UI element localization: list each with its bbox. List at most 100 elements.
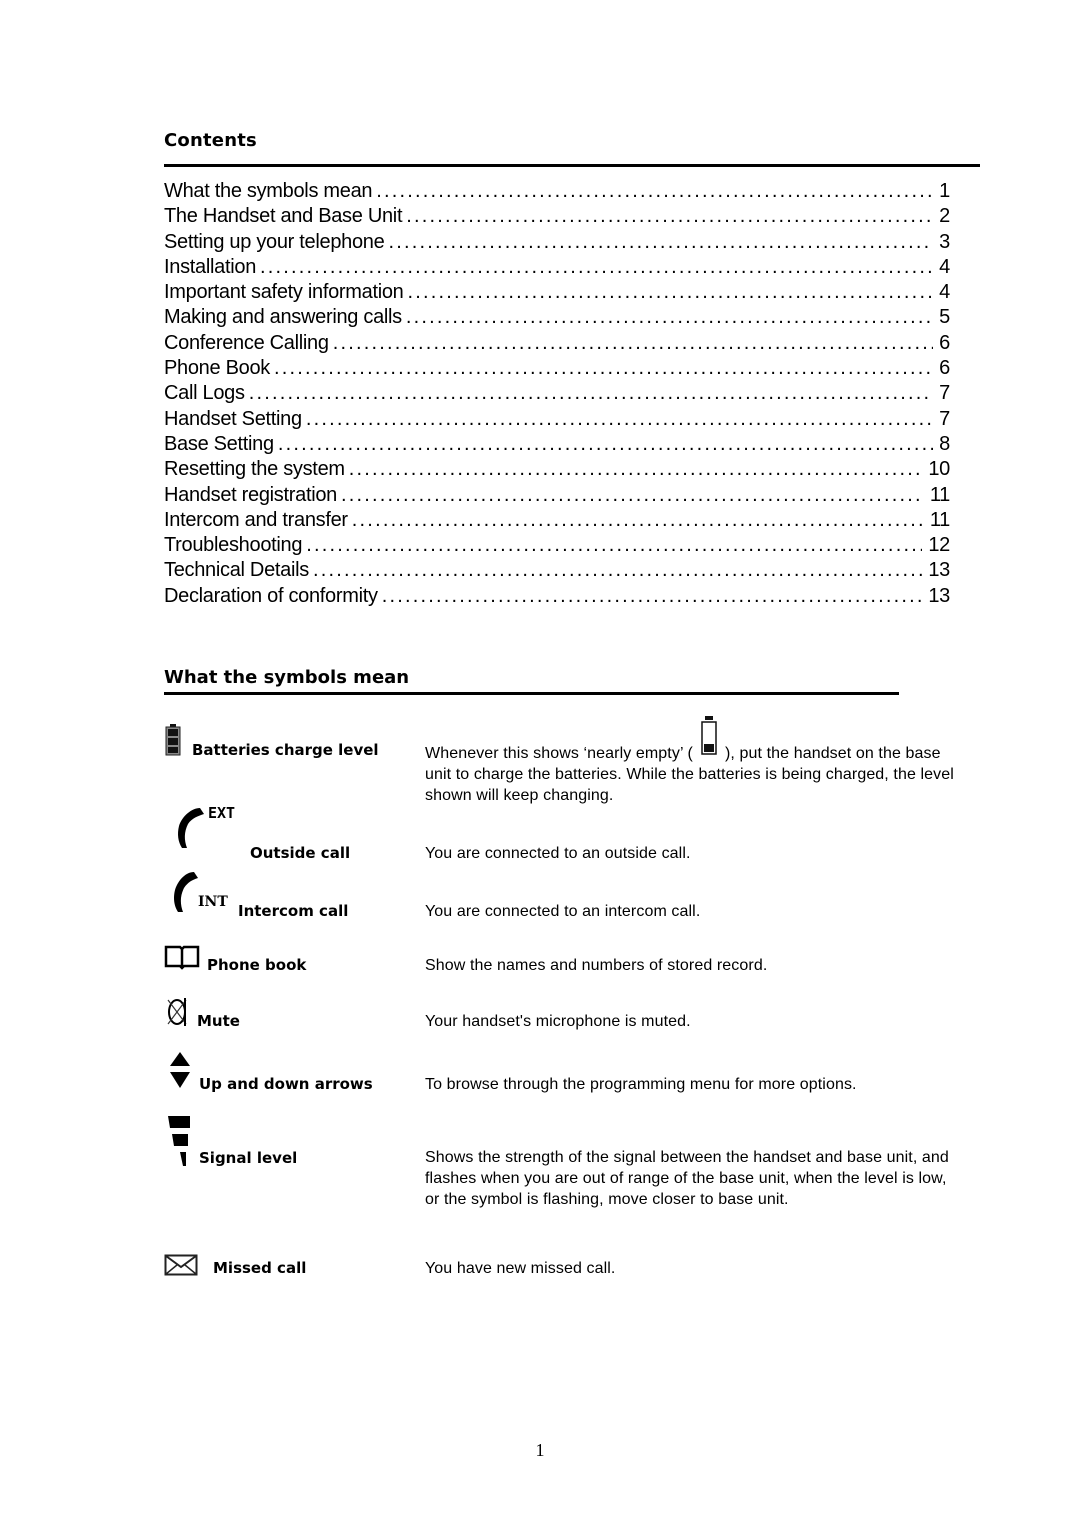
toc-leader-dots <box>382 585 923 608</box>
toc-entry-page: 1 <box>939 180 950 202</box>
outside-call-icon: EXT <box>178 804 235 848</box>
toc-entry-title: Installation <box>164 255 257 278</box>
toc-entry-title: Setting up your telephone <box>164 230 385 253</box>
toc-entry[interactable]: Base Setting 8 <box>164 433 950 458</box>
toc-entry-page: 4 <box>939 281 950 304</box>
symbol-description: You are connected to an outside call. <box>425 845 691 862</box>
toc-entry-page: 11 <box>929 483 950 506</box>
toc-entry-page: 6 <box>939 357 950 380</box>
toc-entry[interactable]: Technical Details 13 <box>164 559 950 584</box>
toc-entry[interactable]: Troubleshooting 12 <box>164 534 950 559</box>
phone-book-icon <box>164 945 200 970</box>
toc-leader-dots <box>274 357 933 380</box>
toc-entry-title: Troubleshooting <box>164 534 303 557</box>
symbol-label: Up and down arrows <box>199 1075 373 1093</box>
toc-entry-page: 2 <box>939 205 950 228</box>
toc-entry[interactable]: Intercom and transfer 11 <box>164 509 950 534</box>
table-of-contents: What the symbols mean 1 The Handset and … <box>164 180 950 610</box>
symbol-label: Outside call <box>250 844 351 862</box>
toc-leader-dots <box>306 408 933 431</box>
toc-entry-title: Conference Calling <box>164 331 329 354</box>
intercom-call-icon-text: INT <box>198 894 228 910</box>
symbol-label: Phone book <box>207 956 307 974</box>
toc-leader-dots <box>349 458 923 481</box>
toc-entry[interactable]: Resetting the system 10 <box>164 458 950 483</box>
toc-entry-title: Call Logs <box>164 382 245 405</box>
toc-leader-dots <box>249 382 933 405</box>
toc-entry-page: 11 <box>929 508 950 531</box>
page-number: 1 <box>535 1440 545 1460</box>
toc-entry-title: The Handset and Base Unit <box>164 205 403 228</box>
toc-leader-dots <box>408 281 934 304</box>
symbol-label: Intercom call <box>238 902 349 920</box>
symbol-label: Signal level <box>199 1149 298 1167</box>
toc-entry[interactable]: Phone Book 6 <box>164 357 950 382</box>
toc-entry-page: 13 <box>928 559 950 582</box>
toc-entry-page: 10 <box>928 458 950 481</box>
toc-entry[interactable]: Handset registration 11 <box>164 484 950 509</box>
toc-entry-page: 3 <box>939 230 950 253</box>
symbols-heading: What the symbols mean <box>164 667 410 688</box>
toc-entry-page: 13 <box>928 584 950 607</box>
toc-entry[interactable]: Setting up your telephone 3 <box>164 231 950 256</box>
toc-entry-page: 12 <box>928 534 950 557</box>
toc-entry[interactable]: Installation 4 <box>164 256 950 281</box>
toc-entry-title: Handset registration <box>164 483 337 506</box>
toc-entry-title: Resetting the system <box>164 458 345 481</box>
toc-entry-title: Phone Book <box>164 357 270 380</box>
contents-heading: Contents <box>164 130 257 151</box>
signal-level-icon <box>168 1116 190 1166</box>
toc-leader-dots <box>306 534 922 557</box>
intercom-call-icon: INT <box>174 872 228 912</box>
symbol-description: You have new missed call. <box>425 1260 616 1277</box>
symbol-label: Batteries charge level <box>192 741 379 759</box>
symbol-description: Whenever this shows ‘nearly empty’ (), p… <box>425 716 955 806</box>
toc-entry[interactable]: Call Logs 7 <box>164 382 950 407</box>
toc-entry-title: Base Setting <box>164 432 274 455</box>
outside-call-icon-text: EXT <box>208 804 235 822</box>
toc-entry-title: Intercom and transfer <box>164 508 348 531</box>
toc-entry-title: Handset Setting <box>164 407 302 430</box>
toc-entry[interactable]: Making and answering calls 5 <box>164 306 950 331</box>
toc-entry-page: 5 <box>939 306 950 329</box>
toc-entry-page: 7 <box>939 382 950 405</box>
toc-leader-dots <box>278 433 933 456</box>
battery-empty-icon <box>699 716 719 760</box>
up-down-arrows-icon <box>170 1052 190 1088</box>
toc-leader-dots <box>313 559 922 582</box>
symbol-description: Show the names and numbers of stored rec… <box>425 957 768 974</box>
toc-leader-dots <box>388 231 933 254</box>
toc-entry[interactable]: Important safety information 4 <box>164 281 950 306</box>
toc-leader-dots <box>376 180 933 203</box>
toc-leader-dots <box>406 306 933 329</box>
toc-leader-dots <box>406 205 933 228</box>
toc-leader-dots <box>260 256 933 279</box>
contents-rule <box>164 164 980 167</box>
toc-leader-dots <box>341 484 924 507</box>
symbol-description: Shows the strength of the signal between… <box>425 1149 949 1208</box>
toc-entry[interactable]: Handset Setting 7 <box>164 408 950 433</box>
toc-entry-page: 8 <box>939 432 950 455</box>
toc-entry-title: Technical Details <box>164 559 309 582</box>
toc-entry-title: Making and answering calls <box>164 306 402 329</box>
toc-entry[interactable]: Conference Calling 6 <box>164 332 950 357</box>
symbol-label: Missed call <box>213 1259 307 1277</box>
toc-entry[interactable]: The Handset and Base Unit 2 <box>164 205 950 230</box>
symbol-label: Mute <box>197 1012 240 1030</box>
toc-entry-title: What the symbols mean <box>164 180 373 202</box>
toc-entry[interactable]: Declaration of conformity 13 <box>164 585 950 610</box>
manual-page: Contents What the symbols mean 1 The Han… <box>0 0 1080 1528</box>
symbols-rule <box>164 692 899 695</box>
toc-entry-page: 7 <box>939 407 950 430</box>
toc-leader-dots <box>352 509 924 532</box>
symbol-description: Your handset's microphone is muted. <box>425 1013 691 1030</box>
symbol-description: To browse through the programming menu f… <box>425 1076 857 1093</box>
toc-leader-dots <box>333 332 933 355</box>
missed-call-icon <box>164 1254 198 1276</box>
toc-entry[interactable]: What the symbols mean 1 <box>164 180 950 205</box>
toc-entry-title: Declaration of conformity <box>164 584 378 607</box>
toc-entry-title: Important safety information <box>164 281 404 304</box>
battery-icon <box>165 724 181 756</box>
mute-icon <box>167 998 187 1026</box>
description-text: Whenever this shows ‘nearly empty’ ( <box>425 745 693 762</box>
